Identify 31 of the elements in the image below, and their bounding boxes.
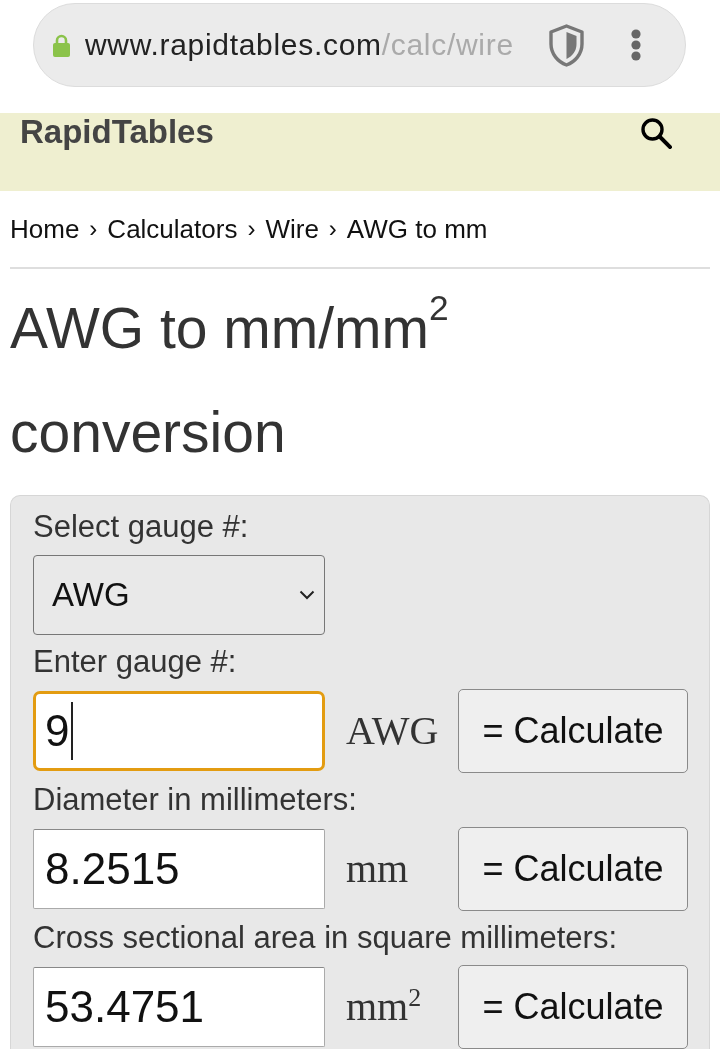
field-label: Diameter in millimeters:: [33, 782, 357, 818]
calculate-button[interactable]: = Calculate: [458, 965, 688, 1049]
text-cursor-icon: [71, 702, 74, 760]
unit-label: AWG: [346, 708, 439, 754]
address-bar[interactable]: www.rapidtables.com/calc/wire: [33, 3, 686, 87]
breadcrumb-link[interactable]: Home: [10, 214, 80, 244]
breadcrumb-separator: ›: [247, 214, 256, 244]
input-field[interactable]: 8.2515: [33, 829, 325, 909]
calculate-button[interactable]: = Calculate: [458, 689, 688, 773]
breadcrumb-separator: ›: [328, 214, 337, 244]
breadcrumb-separator: ›: [89, 214, 98, 244]
field-label: Cross sectional area in square millimeters:: [33, 920, 618, 956]
field-label: Enter gauge #:: [33, 644, 237, 680]
shield-icon[interactable]: [548, 23, 585, 67]
chevron-down-icon: [299, 590, 315, 600]
search-icon[interactable]: [640, 117, 672, 149]
lock-icon: [53, 33, 70, 57]
site-logo[interactable]: RapidTables: [20, 113, 214, 151]
page-title: AWG to mm/mm$^{2}$ conversion: [10, 296, 449, 464]
breadcrumb-link[interactable]: Calculators: [107, 214, 238, 244]
menu-icon[interactable]: [631, 29, 641, 61]
gauge-dropdown[interactable]: AWG: [33, 555, 325, 635]
url-text: www.rapidtables.com/calc/wire: [85, 28, 515, 62]
breadcrumb-link[interactable]: AWG to mm: [346, 214, 488, 244]
breadcrumb-link[interactable]: Wire: [265, 214, 319, 244]
field-label: Select gauge #:: [33, 509, 249, 545]
unit-label: mm$^{2}$: [346, 984, 422, 1030]
input-field[interactable]: 9: [33, 691, 325, 771]
unit-label: mm: [346, 846, 409, 892]
calculate-button[interactable]: = Calculate: [458, 827, 688, 911]
input-field[interactable]: 53.4751: [33, 967, 325, 1047]
